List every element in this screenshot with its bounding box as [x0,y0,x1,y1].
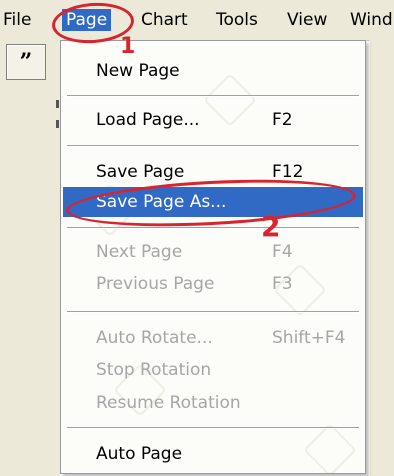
menu-item-label: Auto Page [96,444,183,464]
menu-item-label: Previous Page [96,274,215,294]
quote-button[interactable]: ” [6,44,46,80]
menu-item-shortcut: F2 [272,110,293,130]
menu-separator [67,427,359,429]
menu-chart[interactable]: Chart [141,9,188,31]
menu-item-auto-rotate[interactable]: Auto Rotate... Shift+F4 [61,323,365,353]
menu-item-stop-rotation[interactable]: Stop Rotation [61,355,365,385]
toolbar-tick [56,120,59,128]
menu-item-label: Resume Rotation [96,393,241,413]
menu-item-label: Save Page [96,162,185,182]
menu-view[interactable]: View [287,9,327,31]
menu-tools[interactable]: Tools [216,9,258,31]
menu-window[interactable]: Wind [350,9,393,31]
menu-item-new-page[interactable]: New Page [61,56,365,86]
menu-file[interactable]: File [3,9,31,31]
background-window [370,40,394,476]
menu-separator [67,311,359,313]
menu-item-label: Auto Rotate... [96,328,213,348]
toolbar-tick [56,100,59,108]
menu-item-previous-page[interactable]: Previous Page F3 [61,269,365,299]
menu-item-auto-page[interactable]: Auto Page [61,439,365,469]
menu-item-label: Next Page [96,242,183,262]
menu-separator [67,145,359,147]
menu-separator [67,227,359,229]
toolbar: ” [0,40,60,476]
annotation-number-1: 1 [120,34,136,59]
menu-separator [67,95,359,97]
menu-item-next-page[interactable]: Next Page F4 [61,237,365,267]
menu-item-label: Stop Rotation [96,360,212,380]
menu-item-label: New Page [96,61,180,81]
annotation-number-2: 2 [261,210,281,243]
page-dropdown-menu: New Page Load Page... F2 Save Page F12 S… [60,40,366,474]
menu-item-label: Load Page... [96,110,200,130]
menu-item-shortcut: Shift+F4 [272,328,346,348]
menu-item-resume-rotation[interactable]: Resume Rotation [61,388,365,418]
menu-item-shortcut: F3 [272,274,293,294]
menu-item-load-page[interactable]: Load Page... F2 [61,105,365,135]
